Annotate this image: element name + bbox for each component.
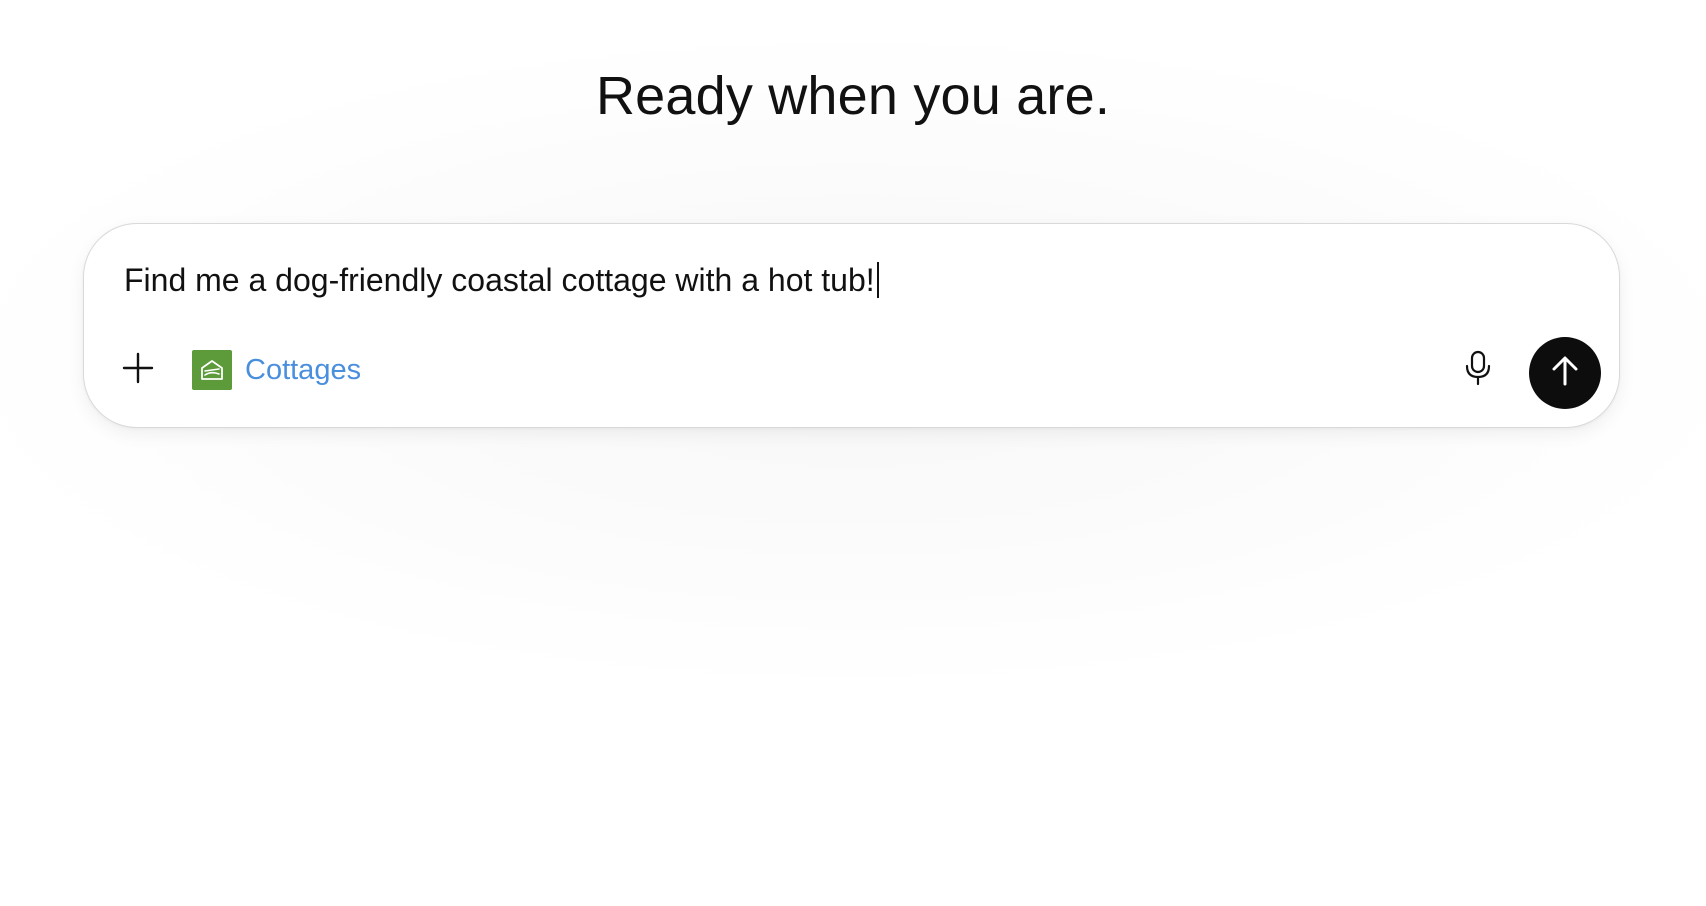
plus-icon <box>122 352 154 389</box>
text-caret <box>876 262 879 298</box>
chat-composer: Find me a dog-friendly coastal cottage w… <box>83 223 1620 428</box>
cottage-logo-icon <box>192 350 232 390</box>
add-attachment-button[interactable] <box>116 348 160 392</box>
voice-input-button[interactable] <box>1456 348 1500 392</box>
microphone-icon <box>1463 350 1493 391</box>
page: Ready when you are. Find me a dog-friend… <box>0 0 1706 906</box>
send-button[interactable] <box>1529 337 1601 409</box>
app-chip-label[interactable]: Cottages <box>245 354 361 387</box>
page-title: Ready when you are. <box>595 66 1111 126</box>
arrow-up-icon <box>1549 355 1581 392</box>
app-chip-cottages[interactable]: Cottages <box>192 350 361 390</box>
prompt-input[interactable]: Find me a dog-friendly coastal cottage w… <box>124 259 879 301</box>
prompt-input-text[interactable]: Find me a dog-friendly coastal cottage w… <box>124 262 875 299</box>
